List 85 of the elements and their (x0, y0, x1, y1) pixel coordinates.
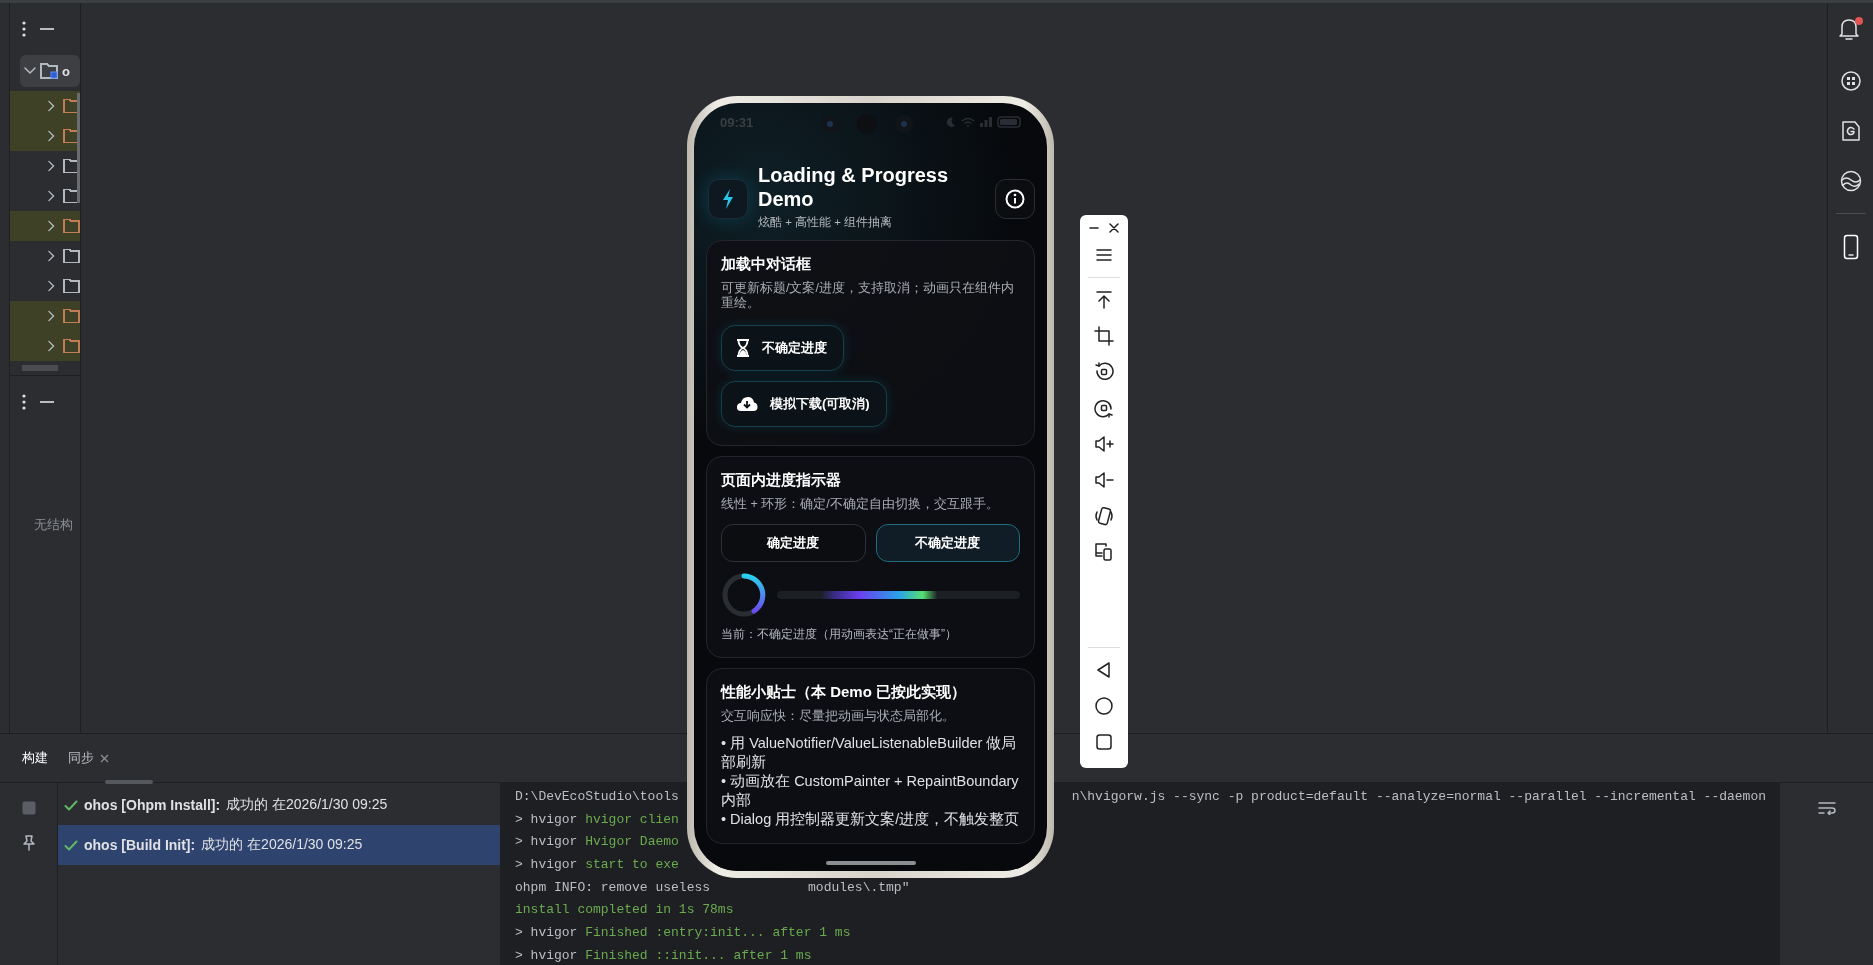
wifi-icon (961, 117, 975, 127)
signal-icon (980, 117, 992, 127)
task-name: ohos [Ohpm Install]: (84, 797, 221, 813)
task-status: 成功的 在2026/1/30 09:25 (226, 796, 388, 814)
tree-label: o (62, 63, 70, 79)
chevron-down-icon[interactable] (24, 67, 36, 75)
console-line: ohpm INFO: remove useless (515, 878, 711, 897)
chevron-right-icon[interactable] (48, 340, 56, 352)
crop-icon[interactable] (1094, 326, 1114, 346)
chevron-right-icon[interactable] (48, 160, 56, 172)
chevron-right-icon[interactable] (48, 190, 56, 202)
tree-item[interactable]: o (20, 55, 80, 87)
card-title: 加载中对话框 (721, 255, 812, 274)
card-title: 页面内进度指示器 (721, 471, 842, 490)
battery-icon (997, 116, 1023, 128)
moon-icon (946, 117, 956, 127)
volume-down-icon[interactable] (1094, 470, 1114, 490)
card-description: 交互响应快：尽量把动画与状态局部化。 (721, 709, 956, 724)
tip-text: • 动画放在 CustomPainter + RepaintBoundary 内部 (721, 772, 1020, 810)
info-icon (1005, 189, 1025, 209)
panel-tab[interactable]: 同步 (68, 749, 94, 767)
task-status: 成功的 在2026/1/30 09:25 (201, 836, 363, 854)
empty-message: 无结构 (34, 516, 73, 534)
tree-item[interactable] (10, 331, 80, 361)
mode-toggle[interactable]: 不确定进度 (875, 524, 1020, 562)
more-icon[interactable] (22, 21, 26, 37)
cloud-download-icon (736, 396, 758, 412)
rotate-right-icon[interactable] (1094, 398, 1114, 418)
app-title: Loading & Progress Demo (758, 163, 950, 211)
console-line: > hvigor Finished :entry:init... after 1 ms (515, 924, 851, 943)
tip-text: • 用 ValueNotifier/ValueListenableBuilder 做局部刷新 (721, 734, 1018, 772)
close-icon[interactable] (1109, 223, 1119, 233)
multi-device-icon[interactable] (1094, 542, 1114, 562)
tree-item[interactable] (10, 301, 80, 331)
lightning-icon (722, 189, 734, 209)
pin-icon[interactable] (21, 835, 36, 851)
chevron-right-icon[interactable] (48, 310, 56, 322)
console-line: D:\DevEcoStudio\tools (515, 788, 679, 806)
task-name: ohos [Build Init]: (84, 837, 196, 853)
recents-icon[interactable] (1094, 732, 1114, 752)
info-button[interactable] (995, 179, 1035, 219)
rotate-left-icon[interactable] (1094, 362, 1114, 382)
app-subtitle: 炫酷 + 高性能 + 组件抽离 (758, 215, 894, 230)
mode-toggle[interactable]: 确定进度 (721, 524, 866, 562)
action-button[interactable]: 不确定进度 (721, 325, 844, 371)
tree-item[interactable] (10, 121, 80, 151)
console-line: n\hvigorw.js --sync -p product=default --analyze=normal --parallel --incremental --daemon (1071, 788, 1766, 806)
progress-status: 当前：不确定进度（用动画表达“正在做事”） (721, 626, 958, 643)
home-indicator[interactable] (825, 861, 916, 865)
card-description: 线性 + 环形：确定/不确定自由切换，交互跟手。 (721, 497, 1000, 512)
console-line: > hvigor start to exe (515, 856, 679, 875)
upload-icon[interactable] (1094, 290, 1114, 310)
chevron-right-icon[interactable] (48, 280, 56, 292)
chevron-right-icon[interactable] (48, 220, 56, 232)
volume-up-icon[interactable] (1094, 434, 1114, 454)
home-icon[interactable] (1094, 696, 1114, 716)
console-line: > hvigor Hvigor Daemo (515, 833, 679, 852)
g-badge-icon[interactable] (1839, 119, 1862, 143)
bell-icon[interactable] (1837, 17, 1860, 41)
chevron-right-icon[interactable] (48, 250, 56, 262)
more-icon[interactable] (22, 394, 26, 410)
shake-phone-icon[interactable] (1094, 506, 1114, 526)
soft-wrap-icon[interactable] (1817, 801, 1836, 815)
build-task-row[interactable]: ohos [Build Init]: 成功的 在2026/1/30 09:25 (58, 825, 500, 865)
hourglass-icon (736, 339, 750, 357)
phone-icon[interactable] (1842, 234, 1859, 260)
chevron-right-icon[interactable] (48, 130, 56, 142)
tree-item[interactable] (10, 211, 80, 241)
card-title: 性能小贴士（本 Demo 已按此实现） (721, 683, 967, 702)
action-button[interactable]: 模拟下载(可取消) (721, 381, 887, 427)
scrollbar[interactable] (105, 780, 153, 784)
globe-icon[interactable] (1838, 169, 1863, 193)
tip-text: • Dialog 用控制器更新文案/进度，不触发整页 (721, 810, 1020, 829)
tree-item[interactable] (10, 91, 80, 121)
scrollbar[interactable] (77, 93, 80, 203)
card-description: 可更新标题/文案/进度，支持取消；动画只在组件内重绘。 (721, 281, 1015, 311)
console-line: install completed in 1s 78ms (515, 901, 734, 920)
console-line: > hvigor Finished ::init... after 1 ms (515, 946, 812, 965)
progress-ring (721, 572, 767, 618)
console-line: > hvigor hvigor clien (515, 810, 679, 829)
panel-tab[interactable]: 构建 (22, 749, 48, 767)
scrollbar[interactable] (22, 365, 58, 371)
build-task-row[interactable]: ohos [Ohpm Install]: 成功的 在2026/1/30 09:25 (58, 785, 500, 825)
console-line: modules\.tmp" (808, 878, 910, 897)
chevron-right-icon[interactable] (48, 100, 56, 112)
